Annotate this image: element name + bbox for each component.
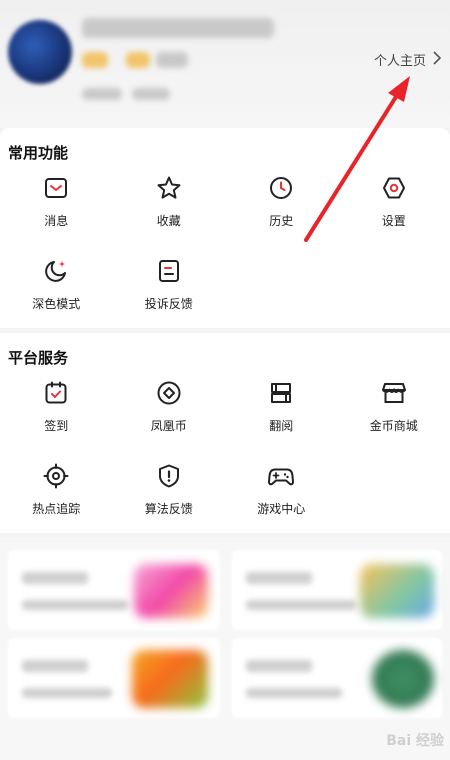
settings-label: 设置 [381, 214, 406, 228]
avatar[interactable] [8, 20, 72, 84]
coin-icon [155, 379, 183, 407]
favorites-button[interactable]: 收藏 [113, 174, 226, 234]
game-center-button[interactable]: 游戏中心 [225, 462, 338, 522]
star-icon [155, 174, 183, 202]
checkin-label: 签到 [44, 419, 69, 433]
section-title: 平台服务 [8, 349, 69, 367]
watermark: Bai 经验 [386, 733, 444, 749]
platform-services-grid: 签到 凤凰币 翻阅 金币商城 热点追踪 算法反馈 游戏中心 [0, 379, 450, 522]
blurred-thumbnail [372, 650, 434, 708]
profile-home-link[interactable]: 个人主页 [374, 50, 442, 69]
common-functions-grid: 消息 收藏 历史 设置 深色模式 投诉反馈 [0, 174, 450, 317]
phoenix-coin-label: 凤凰币 [150, 419, 187, 433]
blurred-text [246, 688, 342, 698]
game-center-label: 游戏中心 [257, 502, 306, 516]
dark-mode-label: 深色模式 [32, 297, 81, 311]
target-icon [42, 462, 70, 490]
coin-mall-button[interactable]: 金币商城 [338, 379, 450, 439]
profile-page: 个人主页 常用功能 消息 收藏 历史 设置 深色模式 投诉反馈 平台服务 签到 … [0, 0, 450, 760]
settings-button[interactable]: 设置 [338, 174, 450, 234]
badge-blurred [82, 52, 108, 68]
profile-header: 个人主页 [0, 0, 450, 128]
algorithm-feedback-button[interactable]: 算法反馈 [113, 462, 226, 522]
blurred-thumbnail [360, 564, 434, 618]
blurred-text [246, 572, 312, 584]
gamepad-icon [267, 462, 295, 490]
browse-button[interactable]: 翻阅 [225, 379, 338, 439]
badge-blurred [126, 52, 150, 68]
messages-label: 消息 [44, 214, 69, 228]
complaint-feedback-button[interactable]: 投诉反馈 [113, 257, 226, 317]
username-blurred [82, 18, 274, 38]
shield-icon [155, 462, 183, 490]
blurred-text [246, 660, 312, 672]
checkin-icon [42, 379, 70, 407]
badge-text-blurred [156, 52, 188, 68]
section-title: 常用功能 [8, 144, 69, 162]
settings-icon [380, 174, 408, 202]
blurred-content-area: Bai 经验 [0, 538, 450, 760]
hot-tracking-label: 热点追踪 [32, 502, 81, 516]
platform-services-section: 平台服务 签到 凤凰币 翻阅 金币商城 热点追踪 算法反馈 游戏中心 [0, 333, 450, 533]
history-button[interactable]: 历史 [225, 174, 338, 234]
phoenix-coin-button[interactable]: 凤凰币 [113, 379, 226, 439]
book-icon [267, 379, 295, 407]
complaint-feedback-label: 投诉反馈 [144, 297, 193, 311]
blurred-thumbnail [134, 564, 208, 618]
checkin-button[interactable]: 签到 [0, 379, 113, 439]
browse-label: 翻阅 [269, 419, 294, 433]
coin-mall-label: 金币商城 [369, 419, 418, 433]
dark-mode-button[interactable]: 深色模式 [0, 257, 113, 317]
blurred-text [22, 660, 88, 672]
history-label: 历史 [269, 214, 294, 228]
feedback-icon [155, 257, 183, 285]
blurred-text [22, 688, 112, 698]
chevron-right-icon [432, 50, 442, 69]
store-icon [380, 379, 408, 407]
blurred-text [246, 600, 356, 610]
favorites-label: 收藏 [156, 214, 181, 228]
message-icon [42, 174, 70, 202]
hot-tracking-button[interactable]: 热点追踪 [0, 462, 113, 522]
moon-icon [42, 257, 70, 285]
messages-button[interactable]: 消息 [0, 174, 113, 234]
common-functions-section: 常用功能 消息 收藏 历史 设置 深色模式 投诉反馈 [0, 128, 450, 328]
algorithm-feedback-label: 算法反馈 [144, 502, 193, 516]
blurred-text [22, 572, 88, 584]
stats-blurred [132, 88, 170, 100]
stats-blurred [82, 88, 122, 100]
clock-icon [267, 174, 295, 202]
profile-home-label: 个人主页 [373, 54, 426, 69]
blurred-text [22, 600, 128, 610]
blurred-thumbnail [132, 650, 208, 708]
